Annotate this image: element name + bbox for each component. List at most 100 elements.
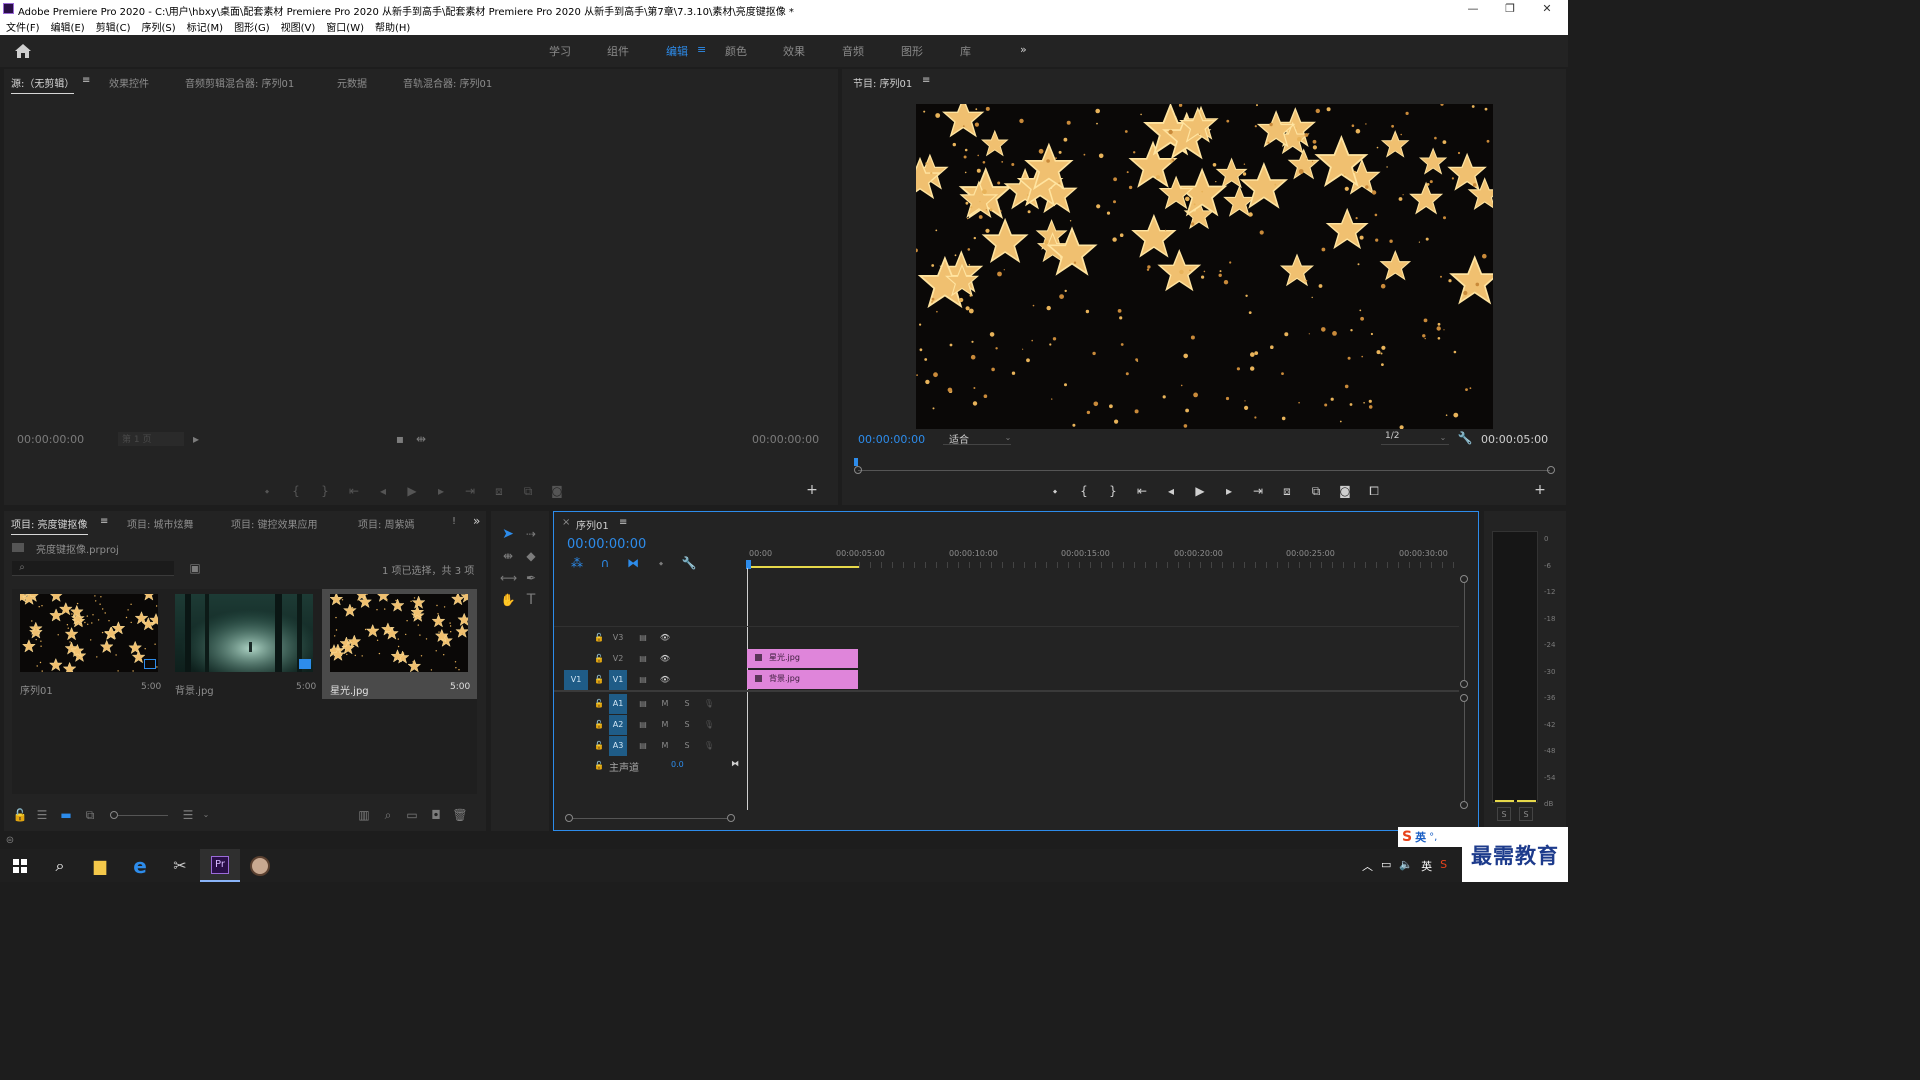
track-lock-icon[interactable]: 🔓 — [592, 739, 606, 753]
volume-icon[interactable]: 🔈 — [1399, 858, 1413, 874]
sort-chevron-icon[interactable]: ⌄ — [198, 808, 214, 822]
project-search-input[interactable] — [30, 561, 170, 575]
ime-tray-icon[interactable]: 英 — [1421, 858, 1432, 874]
track-a2[interactable]: 🔓 A2 ▤ M S 🎙 — [554, 715, 1459, 735]
toggle-sync-icon[interactable]: ▤ — [636, 631, 650, 645]
timeline-close-icon[interactable]: × — [562, 517, 570, 528]
edge-icon[interactable]: e — [120, 849, 160, 882]
program-step-forward-icon[interactable]: ▸ — [1221, 484, 1237, 498]
pen-tool-icon[interactable]: ✒ — [523, 571, 539, 585]
track-lock-icon[interactable]: 🔓 — [592, 652, 606, 666]
workspace-learning[interactable]: 学习 — [549, 43, 571, 59]
freeform-view-icon[interactable]: ⧉ — [82, 808, 98, 822]
tab-effect-controls[interactable]: 效果控件 — [109, 75, 149, 90]
workspace-effects[interactable]: 效果 — [783, 43, 805, 59]
menu-clip[interactable]: 剪辑(C) — [96, 19, 131, 34]
program-playhead-timecode[interactable]: 00:00:00:00 — [858, 433, 925, 446]
ime-toolbar[interactable]: S 英 °, — [1398, 827, 1462, 847]
snap-icon[interactable]: ∩ — [597, 556, 613, 570]
tab-project-luma-key[interactable]: 项目: 亮度键抠像 — [11, 516, 88, 535]
source-page-dropdown[interactable]: 第 1 页 — [118, 432, 184, 446]
tab-audio-clip-mixer[interactable]: 音频剪辑混合器: 序列01 — [185, 75, 294, 90]
toggle-sync-icon[interactable]: ▤ — [636, 652, 650, 666]
source-tab-menu-icon[interactable]: ≡ — [82, 75, 90, 86]
program-extract-icon[interactable]: ⧉ — [1308, 484, 1324, 498]
menu-view[interactable]: 视图(V) — [281, 19, 316, 34]
source-mark-out-icon[interactable]: } — [317, 484, 333, 498]
project-item-selected[interactable]: 星光.jpg 5:00 — [322, 589, 477, 699]
minimize-button[interactable]: — — [1463, 2, 1483, 16]
source-mark-in-icon[interactable]: { — [288, 484, 304, 498]
restore-button[interactable]: ❐ — [1500, 2, 1520, 16]
track-label[interactable]: A2 — [609, 715, 627, 735]
workspace-audio[interactable]: 音频 — [842, 43, 864, 59]
source-insert-icon[interactable]: ⧈ — [491, 484, 507, 498]
type-tool-icon[interactable]: T — [523, 593, 539, 607]
workspace-more-icon[interactable]: » — [1020, 43, 1027, 56]
program-monitor-video[interactable] — [916, 104, 1493, 429]
track-lock-icon[interactable]: 🔓 — [592, 631, 606, 645]
track-lock-icon[interactable]: 🔓 — [592, 697, 606, 711]
source-settings-icon[interactable]: ⇹ — [413, 432, 429, 446]
h-scrollbar[interactable] — [573, 818, 727, 819]
timeline-timecode[interactable]: 00:00:00:00 — [567, 537, 646, 552]
menu-sequence[interactable]: 序列(S) — [141, 19, 175, 34]
resolution-chevron-icon[interactable]: ⌄ — [1435, 431, 1451, 445]
menu-help[interactable]: 帮助(H) — [375, 19, 410, 34]
taskbar-search-icon[interactable]: ⌕ — [40, 849, 80, 882]
menu-file[interactable]: 文件(F) — [6, 19, 40, 34]
razor-tool-icon[interactable]: ◆ — [523, 549, 539, 563]
solo-button[interactable]: S — [680, 739, 694, 753]
track-v2[interactable]: 🔓 V2 ▤ 👁 星光.jpg — [554, 649, 1459, 669]
program-mark-out-icon[interactable]: } — [1105, 484, 1121, 498]
lock-icon[interactable]: 🔓 — [12, 808, 28, 822]
source-patch-v1[interactable]: V1 — [564, 670, 588, 690]
scrubber-start-handle[interactable] — [854, 466, 862, 474]
program-add-button-icon[interactable]: + — [1532, 483, 1548, 497]
v-scroll-video-bottom-handle[interactable] — [1460, 680, 1468, 688]
time-ruler[interactable]: 00:00 00:00:05:00 00:00:10:00 00:00:15:0… — [747, 542, 1462, 568]
find-icon[interactable]: ⌕ — [380, 808, 396, 822]
nest-icon[interactable]: ⁂ — [569, 556, 585, 570]
go-to-master-icon[interactable]: ⧓ — [728, 757, 742, 771]
workspace-assembly[interactable]: 组件 — [607, 43, 629, 59]
source-drop-frame-icon[interactable]: ▪ — [392, 432, 408, 446]
project-item[interactable]: 背景.jpg 5:00 — [169, 589, 320, 699]
workspace-editing[interactable]: 编辑 — [666, 43, 688, 59]
h-scroll-right-handle[interactable] — [727, 814, 735, 822]
program-scrubber[interactable] — [854, 458, 1555, 474]
program-goto-out-icon[interactable]: ⇥ — [1250, 484, 1266, 498]
tab-project-city-dance[interactable]: 项目: 城市炫舞 — [127, 516, 194, 531]
trash-icon[interactable]: 🗑 — [452, 808, 468, 822]
timeline-settings-icon[interactable]: 🔧 — [681, 556, 697, 570]
snipping-tool-icon[interactable]: ✂ — [160, 849, 200, 882]
track-v3[interactable]: 🔓 V3 ▤ 👁 — [554, 628, 1459, 648]
program-goto-in-icon[interactable]: ⇤ — [1134, 484, 1150, 498]
toggle-sync-icon[interactable]: ▤ — [636, 718, 650, 732]
add-marker-icon[interactable]: ⬩ — [653, 556, 669, 570]
workspace-graphics[interactable]: 图形 — [901, 43, 923, 59]
automate-sequence-icon[interactable]: ▥ — [356, 808, 372, 822]
source-play-icon[interactable]: ▶ — [404, 484, 420, 498]
source-overwrite-icon[interactable]: ⧉ — [520, 484, 536, 498]
program-mark-in-icon[interactable]: { — [1076, 484, 1092, 498]
eye-icon[interactable]: 👁 — [658, 673, 672, 687]
toggle-sync-icon[interactable]: ▤ — [636, 673, 650, 687]
ime-punct-icon[interactable]: °, — [1429, 832, 1437, 843]
user-photo-app-icon[interactable] — [240, 849, 280, 882]
scrubber-end-handle[interactable] — [1547, 466, 1555, 474]
workspace-color[interactable]: 颜色 — [725, 43, 747, 59]
zoom-slider-track[interactable] — [118, 815, 168, 816]
source-step-forward-icon[interactable]: ▸ — [433, 484, 449, 498]
program-compare-icon[interactable]: ⧠ — [1366, 484, 1382, 498]
project-tabs-more-icon[interactable]: » — [473, 514, 480, 528]
track-master[interactable]: 🔓 主声道 0.0 ⧓ — [554, 756, 1459, 776]
tab-project-zhou[interactable]: 项目: 周紫嫣 — [358, 516, 415, 531]
track-select-tool-icon[interactable]: ⇢ — [523, 527, 539, 541]
track-label[interactable]: A3 — [609, 736, 627, 756]
program-marker-icon[interactable]: ⬩ — [1047, 484, 1063, 498]
windows-start-icon[interactable] — [0, 849, 40, 882]
clip-starlight[interactable]: 星光.jpg — [747, 649, 858, 668]
new-search-bin-icon[interactable]: ▣ — [187, 561, 203, 575]
tab-source[interactable]: 源:（无剪辑） — [11, 75, 75, 94]
